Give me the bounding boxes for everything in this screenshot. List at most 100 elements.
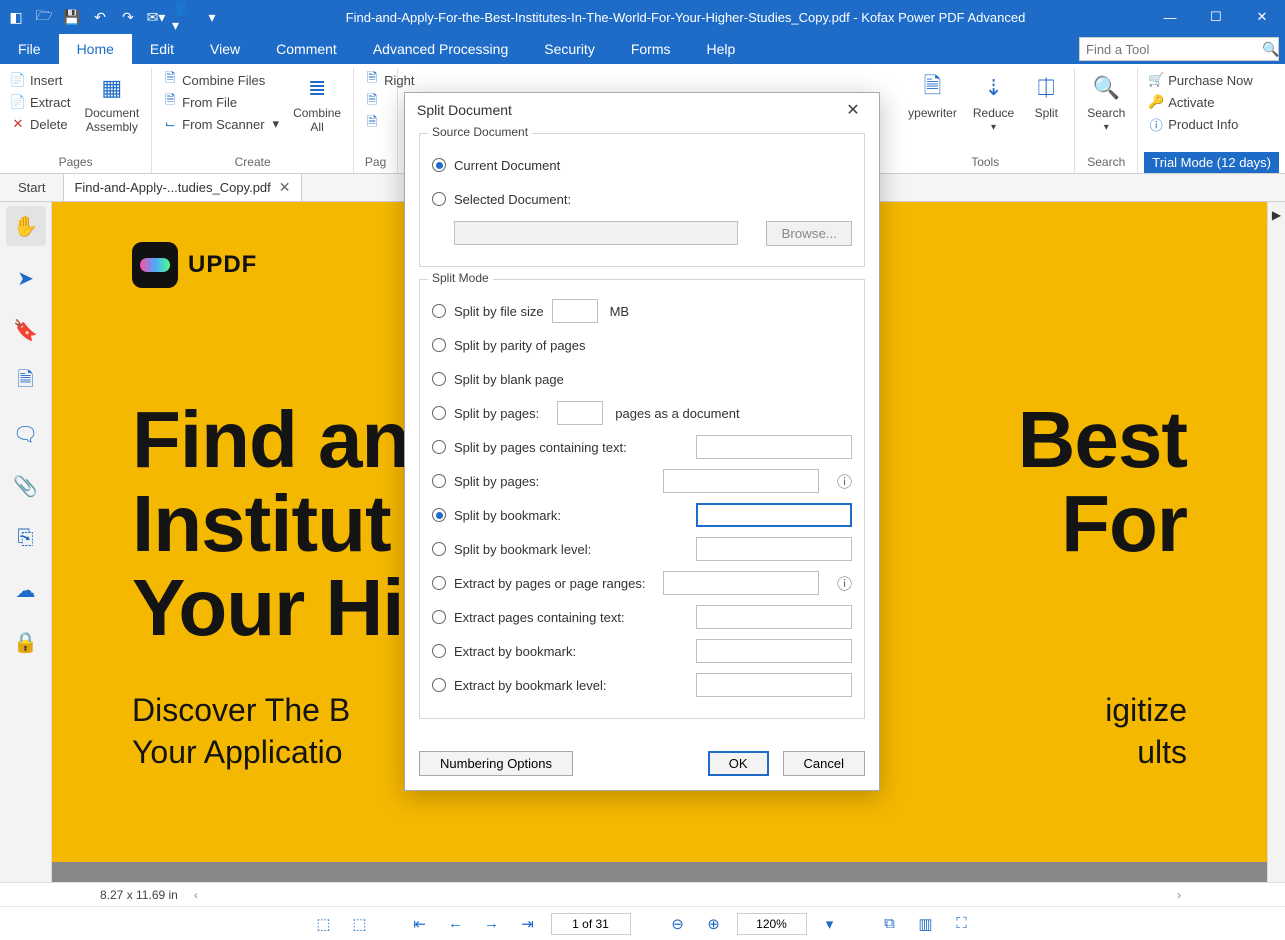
combine-files-button[interactable]: 🗎Combine Files <box>158 70 283 90</box>
radio-extract-bookmark-level[interactable] <box>432 678 446 692</box>
from-file-button[interactable]: 🗎From File <box>158 92 283 112</box>
bookmark-input[interactable] <box>696 503 852 527</box>
security-panel-icon[interactable]: 🔒 <box>6 622 46 662</box>
zoom-in-icon[interactable]: ⊕ <box>701 911 727 937</box>
document-assembly-button[interactable]: ▦ Document Assembly <box>78 70 145 136</box>
extract-button[interactable]: 📄Extract <box>6 92 74 112</box>
scroll-right-icon[interactable]: › <box>1173 888 1185 902</box>
radio-split-by-pages[interactable] <box>432 406 446 420</box>
nav-tool2-icon[interactable]: ⬚ <box>347 911 373 937</box>
menu-help[interactable]: Help <box>689 34 754 64</box>
product-info-button[interactable]: ⓘProduct Info <box>1144 114 1257 134</box>
radio-split-by-pages-text[interactable] <box>432 440 446 454</box>
browse-button[interactable]: Browse... <box>766 221 852 246</box>
find-a-tool[interactable]: 🔍 <box>1079 37 1279 61</box>
split-button[interactable]: ⎅Split <box>1024 70 1068 122</box>
stamp-panel-icon[interactable]: ⎘ <box>6 518 46 558</box>
extract-bookmark-level-input[interactable] <box>696 673 852 697</box>
redo-icon[interactable]: ↷ <box>116 5 140 29</box>
tab-close-icon[interactable]: ✕ <box>279 179 291 196</box>
next-page-icon[interactable]: → <box>479 911 505 937</box>
undo-icon[interactable]: ↶ <box>88 5 112 29</box>
view-mode2-icon[interactable]: ▥ <box>913 911 939 937</box>
numbering-options-button[interactable]: Numbering Options <box>419 751 573 776</box>
radio-split-by-blank[interactable] <box>432 372 446 386</box>
qat-more-icon[interactable]: ▾ <box>200 5 224 29</box>
delete-button[interactable]: ✕Delete <box>6 114 74 134</box>
first-page-icon[interactable]: ⇤ <box>407 911 433 937</box>
menu-home[interactable]: Home <box>59 34 132 64</box>
start-tab[interactable]: Start <box>0 174 64 201</box>
cancel-button[interactable]: Cancel <box>783 751 865 776</box>
pointer-tool[interactable]: ➤ <box>6 258 46 298</box>
hand-tool[interactable]: ✋ <box>6 206 46 246</box>
comments-panel-icon[interactable]: 🗨 <box>6 414 46 454</box>
combine-all-button[interactable]: ≣ Combine All <box>287 70 347 136</box>
radio-extract-text[interactable] <box>432 610 446 624</box>
search-icon[interactable]: 🔍 <box>1262 41 1279 58</box>
zoom-out-icon[interactable]: ⊖ <box>665 911 691 937</box>
from-scanner-button[interactable]: ⌙From Scanner▾ <box>158 114 283 134</box>
radio-split-by-pages2[interactable] <box>432 474 446 488</box>
extract-label: Extract <box>30 95 70 110</box>
activate-button[interactable]: 🔑Activate <box>1144 92 1257 112</box>
profile-icon[interactable]: 👤▾ <box>172 5 196 29</box>
search-button[interactable]: 🔍Search▾ <box>1081 70 1131 135</box>
menu-security[interactable]: Security <box>526 34 613 64</box>
nav-tool1-icon[interactable]: ⬚ <box>311 911 337 937</box>
reduce-button[interactable]: ⇣Reduce▾ <box>967 70 1020 135</box>
menu-comment[interactable]: Comment <box>258 34 355 64</box>
radio-extract-bookmark[interactable] <box>432 644 446 658</box>
radio-split-by-parity[interactable] <box>432 338 446 352</box>
radio-extract-pages[interactable] <box>432 576 446 590</box>
menu-advanced-processing[interactable]: Advanced Processing <box>355 34 526 64</box>
menu-forms[interactable]: Forms <box>613 34 689 64</box>
radio-split-by-bookmark[interactable] <box>432 508 446 522</box>
extract-text-input[interactable] <box>696 605 852 629</box>
expand-right-icon[interactable]: ▶ <box>1272 208 1281 222</box>
app-icon[interactable]: ◧ <box>4 5 28 29</box>
ok-button[interactable]: OK <box>708 751 769 776</box>
dialog-close-icon[interactable]: ✕ <box>839 100 867 120</box>
radio-split-by-bookmark-level[interactable] <box>432 542 446 556</box>
radio-current-document[interactable] <box>432 158 446 172</box>
find-a-tool-input[interactable] <box>1086 42 1262 57</box>
prev-page-icon[interactable]: ← <box>443 911 469 937</box>
insert-button[interactable]: 📄Insert <box>6 70 74 90</box>
typewriter-button[interactable]: 🗎ypewriter <box>902 70 963 122</box>
info-icon-pages[interactable]: ⓘ <box>837 471 852 492</box>
zoom-level-input[interactable] <box>737 913 807 935</box>
file-size-input[interactable] <box>552 299 598 323</box>
info-icon-extract[interactable]: ⓘ <box>837 573 852 594</box>
pages2-input[interactable] <box>663 469 819 493</box>
extract-bookmark-input[interactable] <box>696 639 852 663</box>
close-button[interactable]: ✕ <box>1239 0 1285 34</box>
minimize-button[interactable]: — <box>1147 0 1193 34</box>
radio-split-by-file-size[interactable] <box>432 304 446 318</box>
maximize-button[interactable]: ☐ <box>1193 0 1239 34</box>
open-icon[interactable]: 🗁 <box>32 5 56 29</box>
extract-pages-input[interactable] <box>663 571 819 595</box>
radio-selected-document[interactable] <box>432 192 446 206</box>
menu-view[interactable]: View <box>192 34 258 64</box>
save-icon[interactable]: 💾 <box>60 5 84 29</box>
purchase-now-button[interactable]: 🛒Purchase Now <box>1144 70 1257 90</box>
document-tab[interactable]: Find-and-Apply-...tudies_Copy.pdf ✕ <box>64 174 301 201</box>
view-mode3-icon[interactable]: ⛶ <box>949 911 975 937</box>
scroll-left-icon[interactable]: ‹ <box>190 888 202 902</box>
menu-edit[interactable]: Edit <box>132 34 192 64</box>
mail-icon[interactable]: ✉▾ <box>144 5 168 29</box>
split-pages-input[interactable] <box>557 401 603 425</box>
bookmark-panel-icon[interactable]: 🔖 <box>6 310 46 350</box>
last-page-icon[interactable]: ⇥ <box>515 911 541 937</box>
menu-file[interactable]: File <box>0 34 59 64</box>
page-number-input[interactable] <box>551 913 631 935</box>
horizontal-scrollbar[interactable]: ‹ › <box>190 888 1185 902</box>
bookmark-level-input[interactable] <box>696 537 852 561</box>
pages-panel-icon[interactable]: 🗎 <box>6 362 46 402</box>
zoom-dropdown-icon[interactable]: ▾ <box>817 911 843 937</box>
attachments-panel-icon[interactable]: 📎 <box>6 466 46 506</box>
view-mode1-icon[interactable]: ⧉ <box>877 911 903 937</box>
pages-text-input[interactable] <box>696 435 852 459</box>
cloud-panel-icon[interactable]: ☁ <box>6 570 46 610</box>
